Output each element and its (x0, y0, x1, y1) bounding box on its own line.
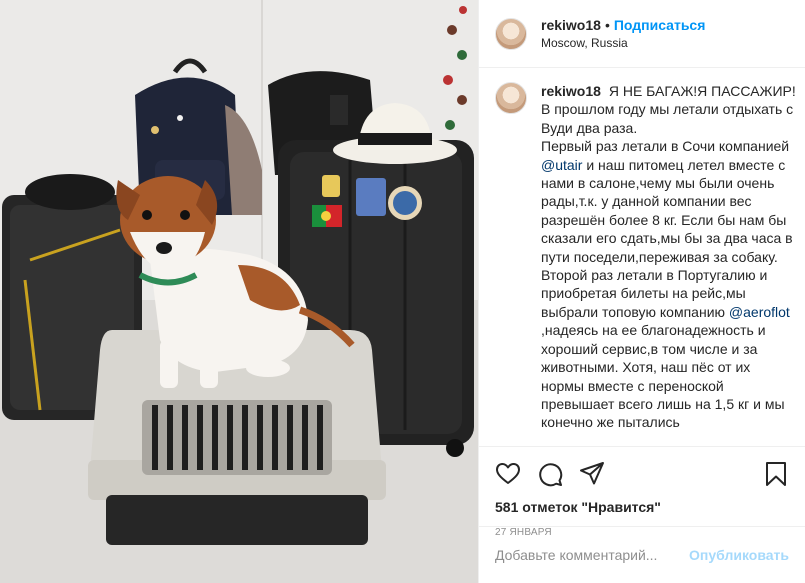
mention-utair[interactable]: @utair (541, 157, 582, 173)
caption-block: rekiwo18 Я НЕ БАГАЖ!Я ПАССАЖИР! В прошло… (495, 82, 797, 446)
share-icon[interactable] (579, 461, 605, 487)
action-icons (495, 461, 789, 487)
post-sidebar: rekiwo18 • Подписаться Moscow, Russia re… (478, 0, 805, 583)
header-text: rekiwo18 • Подписаться Moscow, Russia (541, 17, 705, 50)
caption-avatar[interactable] (495, 82, 527, 114)
bookmark-icon[interactable] (763, 461, 789, 487)
post-header: rekiwo18 • Подписаться Moscow, Russia (479, 0, 805, 68)
comment-input[interactable] (495, 547, 690, 563)
heart-icon[interactable] (495, 461, 521, 487)
publish-button[interactable]: Опубликовать (689, 547, 789, 563)
caption-paragraph-2: Первый раз летали в Сочи компанией @utai… (541, 137, 797, 266)
post-photo[interactable] (0, 0, 478, 583)
comment-icon[interactable] (537, 461, 563, 487)
separator-dot: • (604, 17, 610, 33)
caption-text-2a: Первый раз летали в Сочи компанией (541, 138, 790, 155)
caption-paragraph-3: Второй раз летали в Португалию и приобре… (541, 266, 797, 432)
likes-count[interactable]: 581 отметок "Нравится" (495, 499, 789, 515)
mention-aeroflot[interactable]: @aeroflot (729, 304, 790, 320)
caption-paragraph-1: rekiwo18 Я НЕ БАГАЖ!Я ПАССАЖИР! В прошло… (541, 82, 797, 137)
follow-button[interactable]: Подписаться (614, 17, 706, 33)
avatar[interactable] (495, 17, 527, 50)
photo-illustration (0, 0, 478, 583)
caption-text-3b: ,надеясь на ее благонадежность и хороший… (541, 322, 785, 431)
location-link[interactable]: Moscow, Russia (541, 36, 705, 50)
username-link[interactable]: rekiwo18 (541, 17, 601, 33)
header-row: rekiwo18 • Подписаться (541, 17, 705, 33)
action-bar: 581 отметок "Нравится" 27 января (479, 446, 805, 538)
instagram-post: rekiwo18 • Подписаться Moscow, Russia re… (0, 0, 805, 583)
comment-form: Опубликовать (479, 526, 805, 583)
caption-text: rekiwo18 Я НЕ БАГАЖ!Я ПАССАЖИР! В прошло… (541, 82, 797, 446)
caption-username-link[interactable]: rekiwo18 (541, 83, 601, 99)
